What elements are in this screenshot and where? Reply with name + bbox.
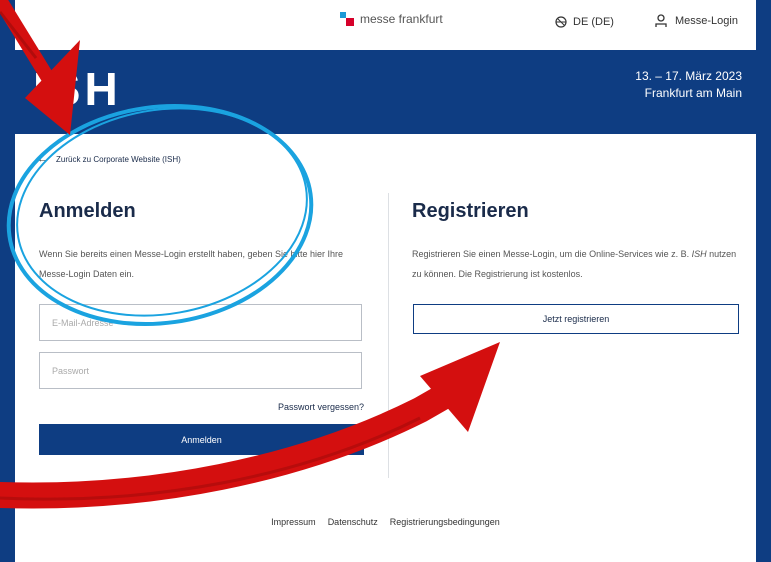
globe-icon (555, 16, 567, 28)
back-link-label: Zurück zu Corporate Website (ISH) (56, 154, 181, 164)
login-button[interactable]: Anmelden (39, 424, 364, 455)
event-header: ISH 13. – 17. März 2023 Frankfurt am Mai… (15, 50, 756, 134)
register-description: Registrieren Sie einen Messe-Login, um d… (412, 244, 742, 284)
footer-link-impressum[interactable]: Impressum (271, 517, 316, 527)
language-selector[interactable]: DE (DE) (555, 16, 614, 28)
brand-name: messe frankfurt (360, 12, 443, 26)
messe-frankfurt-logo[interactable]: messe frankfurt (340, 12, 443, 26)
forgot-password-link[interactable]: Passwort vergessen? (215, 402, 364, 412)
ish-logo[interactable]: ISH (33, 62, 122, 116)
email-placeholder: E-Mail-Adresse (52, 317, 114, 328)
footer-link-registrierungsbedingungen[interactable]: Registrierungsbedingungen (390, 517, 500, 527)
column-divider (388, 193, 389, 478)
event-location: Frankfurt am Main (644, 86, 742, 100)
email-field[interactable]: E-Mail-Adresse (39, 304, 362, 341)
footer-link-datenschutz[interactable]: Datenschutz (328, 517, 378, 527)
register-button[interactable]: Jetzt registrieren (413, 304, 739, 334)
event-date: 13. – 17. März 2023 (635, 69, 742, 83)
password-placeholder: Passwort (52, 365, 90, 376)
login-page: messe frankfurt DE (DE) Messe-Login ISH … (15, 0, 756, 562)
login-section: Anmelden Wenn Sie bereits einen Messe-Lo… (39, 200, 364, 284)
event-info: 13. – 17. März 2023 Frankfurt am Main (635, 68, 742, 102)
footer-links: Impressum Datenschutz Registrierungsbedi… (15, 517, 756, 527)
register-title: Registrieren (412, 200, 529, 222)
register-section: Registrieren Registrieren Sie einen Mess… (412, 200, 742, 284)
messe-login-label: Messe-Login (675, 15, 738, 27)
login-description: Wenn Sie bereits einen Messe-Login erste… (39, 249, 344, 279)
login-title: Anmelden (39, 200, 136, 222)
register-description-event: ISH (691, 249, 707, 259)
top-utility-bar: messe frankfurt DE (DE) Messe-Login (15, 0, 756, 50)
user-icon (655, 14, 667, 27)
messe-frankfurt-logo-mark (340, 12, 354, 26)
language-label: DE (DE) (573, 16, 614, 28)
register-description-start: Registrieren Sie einen Messe-Login, um d… (412, 249, 692, 259)
arrow-left-icon: ← (37, 153, 48, 165)
messe-login-link[interactable]: Messe-Login (655, 14, 738, 28)
password-field[interactable]: Passwort (39, 352, 362, 389)
back-to-corporate-link[interactable]: ← Zurück zu Corporate Website (ISH) (37, 153, 181, 165)
